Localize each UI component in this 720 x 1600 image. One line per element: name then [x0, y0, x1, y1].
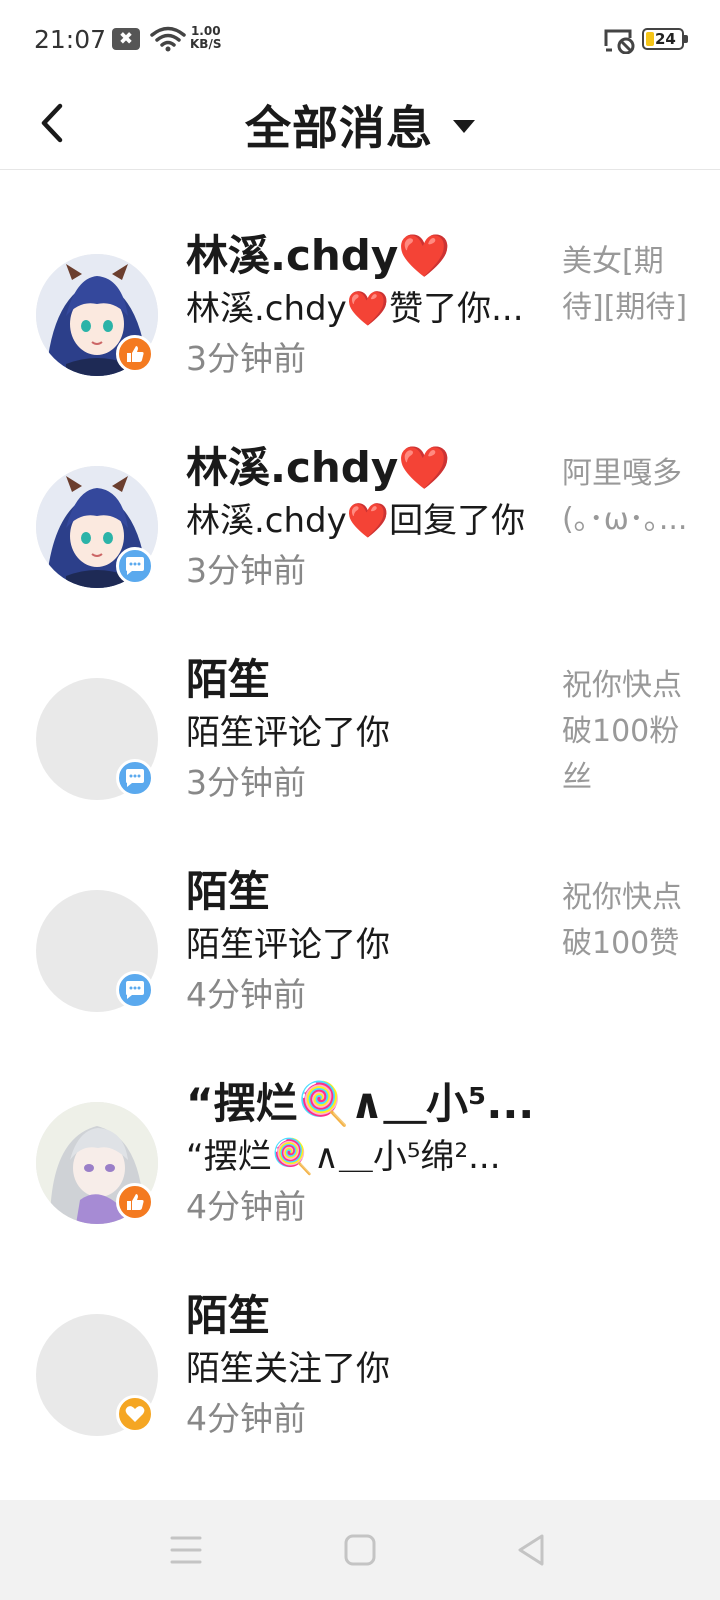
content-preview: 祝你快点破100赞 — [562, 880, 682, 961]
message-time: 4分钟前 — [186, 975, 306, 1014]
heart-badge-icon — [116, 1395, 154, 1433]
message-description: 陌笙关注了你 — [186, 1349, 390, 1389]
message-item[interactable]: 陌笙陌笙评论了你 3分钟前 祝你快点破100粉丝 — [0, 633, 720, 845]
message-item[interactable]: 陌笙陌笙关注了你 4分钟前 — [0, 1269, 720, 1481]
message-item[interactable]: 3分钟前 — [0, 171, 720, 209]
message-description: 陌笙评论了你 — [186, 713, 390, 753]
caret-down-icon — [453, 120, 475, 133]
network-speed-unit: KB/S — [190, 37, 222, 51]
wifi-icon — [150, 26, 186, 52]
chat-bubble-badge-icon — [116, 759, 154, 797]
thumbs-up-badge-icon — [116, 335, 154, 373]
battery-level: 24 — [655, 30, 676, 48]
message-list[interactable]: 3分钟前林溪.chdy❤️林溪.chdy❤️赞了你...3分钟前美女[期待][期… — [0, 171, 720, 1500]
sender-name: 陌笙 — [186, 867, 271, 916]
chat-bubble-badge-icon — [116, 547, 154, 585]
square-home-icon[interactable] — [338, 1528, 382, 1572]
sender-name: 陌笙 — [186, 1291, 271, 1340]
message-item[interactable]: 林溪.chdy❤️ 林溪.chdy❤️赞了你... 3分钟前 美女[期待][期待] — [0, 209, 720, 421]
sender-name: 林溪.chdy❤️ — [186, 443, 451, 492]
battery-icon: 24 — [642, 28, 688, 50]
message-item[interactable]: “摆烂🍭∧＿小⁵... “摆烂🍭∧＿小⁵绵²... 4分钟前 — [0, 1057, 720, 1269]
message-item[interactable]: 林溪.chdy❤️ 林溪.chdy❤️回复了你 3分钟前 阿里嘎多(｡･ω･｡... — [0, 421, 720, 633]
screen-cast-off-icon — [604, 29, 635, 54]
notification-icon: ✖ — [112, 28, 140, 50]
sender-name: 林溪.chdy❤️ — [186, 231, 451, 280]
content-preview: 祝你快点破100粉丝 — [562, 668, 682, 795]
message-description: 林溪.chdy❤️回复了你 — [186, 501, 526, 541]
battery-fill — [646, 32, 654, 46]
message-description: 林溪.chdy❤️赞了你... — [186, 289, 524, 329]
thumbs-up-badge-icon — [116, 1183, 154, 1221]
header: 全部消息 — [0, 80, 720, 170]
message-description: “摆烂🍭∧＿小⁵绵²... — [186, 1137, 501, 1177]
triangle-back-icon[interactable] — [510, 1528, 554, 1572]
page-title: 全部消息 — [245, 101, 433, 155]
status-time: 21:07 — [34, 25, 107, 54]
content-preview: 阿里嘎多(｡･ω･｡... — [562, 456, 688, 537]
status-bar: 21:07 ✖ 1.00 KB/S 24 — [0, 0, 720, 80]
message-time: 4分钟前 — [186, 1187, 306, 1226]
message-time: 3分钟前 — [186, 551, 306, 590]
content-preview: 美女[期待][期待] — [562, 244, 688, 325]
message-time: 3分钟前 — [186, 339, 306, 378]
sender-name: 陌笙 — [186, 655, 271, 704]
chat-bubble-badge-icon — [116, 971, 154, 1009]
message-time: 3分钟前 — [186, 763, 306, 802]
message-description: 陌笙评论了你 — [186, 925, 390, 965]
network-speed: 1.00 KB/S — [190, 25, 221, 51]
message-item[interactable]: 陌笙陌笙评论了你 4分钟前 祝你快点破100赞 — [0, 845, 720, 1057]
system-nav-bar — [0, 1500, 720, 1600]
message-time: 4分钟前 — [186, 1399, 306, 1438]
menu-icon[interactable] — [164, 1528, 208, 1572]
sender-name: “摆烂🍭∧＿小⁵... — [186, 1079, 532, 1128]
message-filter-dropdown[interactable]: 全部消息 — [0, 80, 720, 170]
